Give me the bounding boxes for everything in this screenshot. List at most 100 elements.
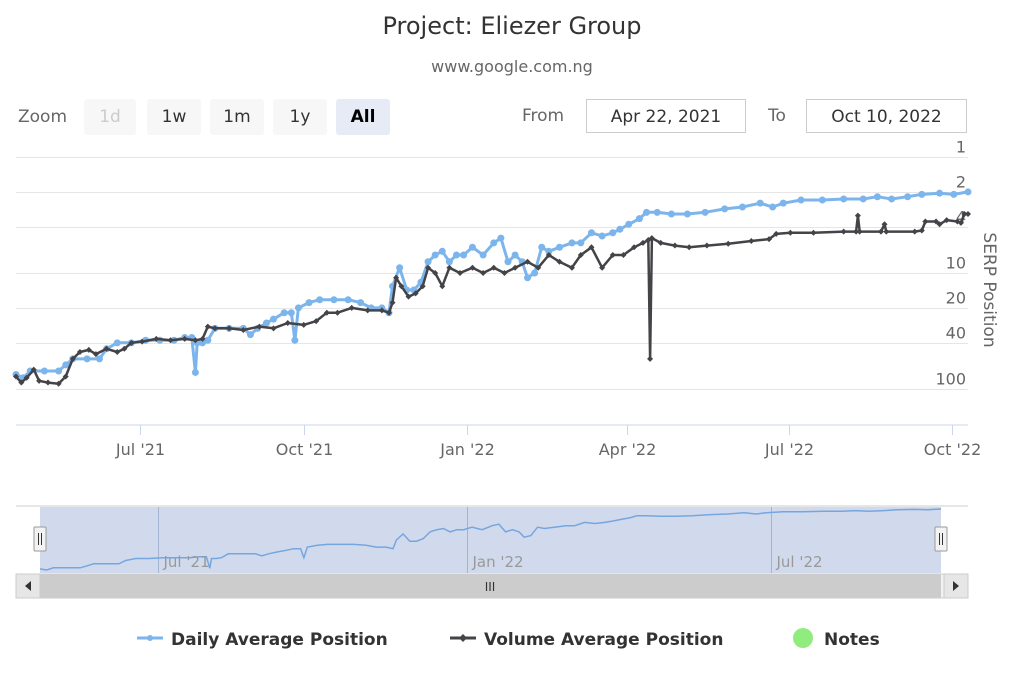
series-line	[15, 212, 968, 385]
data-point	[643, 208, 651, 216]
scrollbar-right-arrow[interactable]	[943, 573, 969, 599]
data-point	[911, 228, 918, 235]
data-point	[936, 189, 944, 197]
x-tick-label: Jul '22	[764, 440, 814, 459]
navigator-right-handle[interactable]	[934, 526, 948, 552]
y-tick-label: 1	[956, 138, 966, 157]
x-tick-label: Apr '22	[599, 440, 657, 459]
data-point	[787, 229, 794, 236]
data-point	[738, 203, 746, 211]
data-point	[883, 228, 890, 235]
scrollbar-grip[interactable]: III	[485, 580, 496, 594]
data-point	[686, 244, 693, 251]
data-point	[616, 225, 624, 233]
x-tick-label: Oct '22	[924, 440, 982, 459]
data-point	[538, 243, 546, 251]
data-point	[357, 299, 365, 307]
data-point	[818, 196, 826, 204]
data-point	[779, 199, 787, 207]
data-point	[756, 199, 764, 207]
y-tick-label: 40	[946, 324, 966, 343]
data-point	[300, 321, 307, 328]
data-point	[291, 336, 299, 344]
data-point	[44, 379, 51, 386]
series-line	[15, 190, 969, 380]
data-point	[748, 238, 755, 245]
x-tick-label: Jan '22	[439, 440, 495, 459]
data-point	[497, 234, 505, 242]
legend-label: Daily Average Position	[171, 630, 388, 650]
y-axis-title: SERP Position	[979, 232, 999, 347]
x-tick-label: Jul '21	[115, 440, 165, 459]
data-point	[479, 251, 487, 259]
data-point	[635, 215, 643, 223]
data-point	[83, 355, 91, 363]
data-point	[854, 212, 861, 219]
data-point	[647, 355, 654, 362]
data-point	[305, 299, 313, 307]
data-point	[55, 367, 63, 375]
legend-item-notes[interactable]: Notes	[790, 625, 880, 650]
data-point	[348, 304, 355, 311]
data-point	[294, 304, 302, 312]
legend: Daily Average Position Volume Average Po…	[0, 625, 1024, 653]
data-point	[40, 367, 48, 375]
data-point	[438, 247, 446, 255]
data-point	[490, 239, 498, 247]
data-point	[873, 193, 881, 201]
data-point	[701, 208, 709, 216]
series-volume-average	[13, 210, 971, 387]
data-point	[396, 264, 404, 272]
data-point	[344, 296, 352, 304]
data-point	[284, 320, 291, 327]
legend-line-icon	[137, 635, 163, 641]
data-point	[810, 229, 817, 236]
data-point	[859, 195, 867, 203]
data-point	[721, 205, 729, 213]
y-tick-label: 2	[956, 173, 966, 192]
legend-item-volume[interactable]: Volume Average Position	[448, 625, 723, 650]
y-tick-label: 100	[935, 370, 966, 389]
data-point	[113, 339, 121, 347]
data-point	[555, 243, 563, 251]
data-point	[95, 355, 103, 363]
legend-item-daily[interactable]: Daily Average Position	[135, 625, 388, 650]
navigator-left-handle[interactable]	[33, 526, 47, 552]
data-point	[964, 188, 972, 196]
data-point	[840, 228, 847, 235]
legend-label: Notes	[824, 630, 880, 650]
data-point	[316, 296, 324, 304]
scrollbar-left-arrow[interactable]	[15, 573, 41, 599]
data-point	[625, 220, 633, 228]
legend-dot-icon	[793, 628, 813, 648]
data-point	[667, 210, 675, 218]
data-point	[653, 208, 661, 216]
data-point	[504, 258, 512, 266]
data-point	[468, 243, 476, 251]
y-tick-label: 20	[946, 289, 966, 308]
data-point	[683, 210, 691, 218]
data-point	[452, 251, 460, 259]
data-point	[204, 336, 212, 344]
legend-label: Volume Average Position	[484, 630, 724, 650]
data-point	[511, 251, 519, 259]
data-point	[598, 232, 606, 240]
data-point	[904, 193, 912, 201]
navigator-tick-label: Jan '22	[472, 553, 524, 571]
data-point	[431, 251, 439, 259]
legend-line-icon	[450, 634, 476, 642]
y-gridlines	[16, 157, 968, 390]
data-point	[769, 203, 777, 211]
navigator-tick-label: Jul '22	[776, 553, 823, 571]
data-point	[888, 195, 896, 203]
data-point	[671, 242, 678, 249]
data-point	[424, 258, 432, 266]
data-point	[840, 195, 848, 203]
data-point	[270, 315, 278, 323]
data-point	[524, 274, 532, 282]
data-point	[280, 309, 288, 317]
navigator[interactable]: Jul '21 Jan '22 Jul '22	[16, 505, 968, 573]
scrollbar[interactable]: III	[15, 573, 969, 599]
data-point	[587, 229, 595, 237]
data-point	[334, 309, 341, 316]
